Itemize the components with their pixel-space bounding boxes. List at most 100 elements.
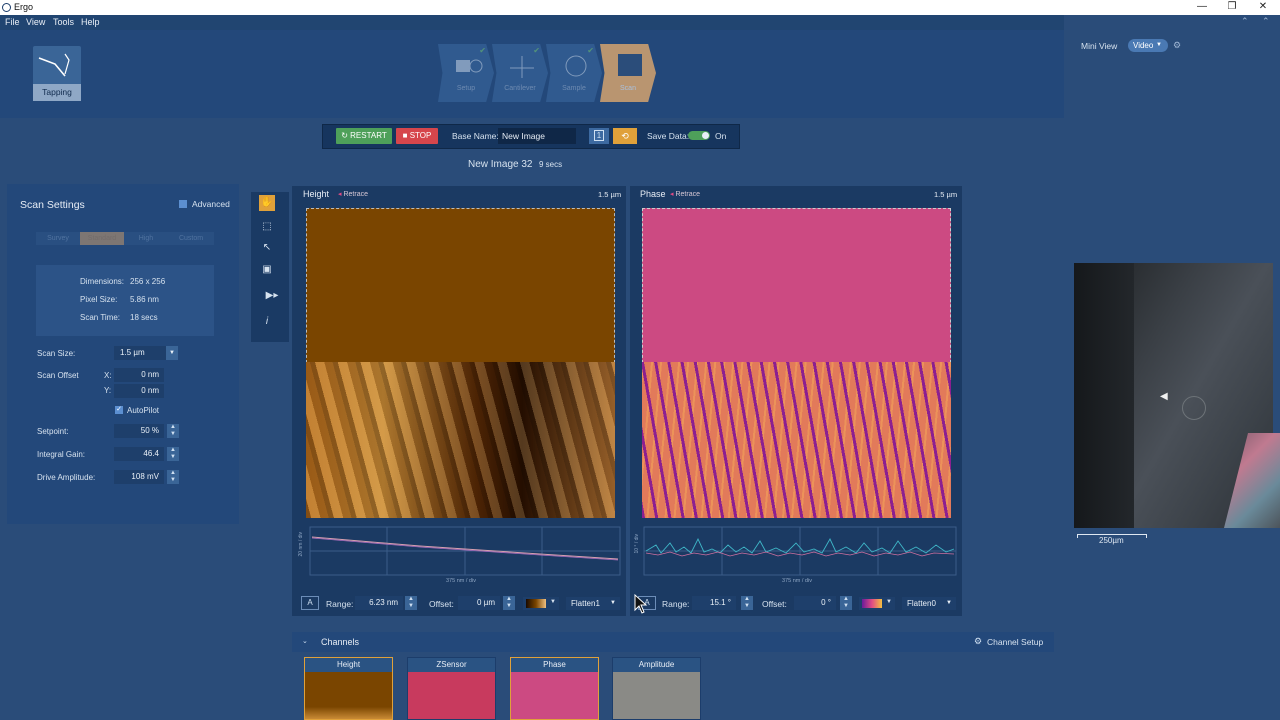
advanced-checkbox[interactable]: [179, 200, 187, 208]
menu-tools[interactable]: Tools: [53, 17, 74, 27]
dimensions-value: 256 x 256: [130, 277, 166, 286]
height-image[interactable]: [306, 362, 615, 518]
close-button[interactable]: ✕: [1253, 1, 1273, 12]
height-colormap-select[interactable]: ▼: [523, 597, 559, 610]
pin-icon[interactable]: ⌃: [1262, 16, 1270, 27]
height-flatten-select[interactable]: Flatten1 ▼: [566, 597, 620, 610]
height-offset-stepper[interactable]: ▲ ▼: [503, 596, 515, 610]
save-data-label: Save Data:: [647, 131, 690, 141]
scale-bar-label: 250µm: [1099, 536, 1124, 545]
channels-header[interactable]: [292, 632, 1054, 652]
counter-button[interactable]: 1: [589, 128, 609, 144]
chevron-down-icon: ▼: [1156, 42, 1162, 48]
menu-file[interactable]: File: [5, 17, 20, 27]
tapping-mode-icon: [38, 53, 70, 77]
height-title: Height: [303, 189, 330, 199]
phase-image[interactable]: [642, 362, 951, 518]
line-tool-icon[interactable]: ↖: [259, 240, 275, 256]
height-range-stepper[interactable]: ▲ ▼: [405, 596, 417, 610]
loop-button[interactable]: ⟲: [613, 128, 637, 144]
chevron-down-icon: ▼: [886, 599, 892, 605]
phase-offset-stepper[interactable]: ▲ ▼: [840, 596, 852, 610]
scan-size-label: Scan Size:: [37, 349, 76, 358]
offset-x-input[interactable]: 0 nm: [114, 368, 164, 382]
minimize-button[interactable]: —: [1192, 1, 1212, 12]
preset-high[interactable]: High: [124, 232, 168, 245]
phase-offset-input[interactable]: 0 °: [794, 596, 836, 610]
phase-range-input[interactable]: 15.1 °: [692, 596, 736, 610]
phase-colormap-select[interactable]: ▼: [859, 597, 895, 610]
step-scan[interactable]: Scan: [600, 44, 656, 102]
video-feed[interactable]: ◀: [1074, 263, 1280, 528]
channel-setup-button[interactable]: Channel Setup: [987, 637, 1043, 647]
height-profile: [309, 526, 621, 576]
height-size: 1.5 µm: [598, 190, 622, 199]
advanced-label: Advanced: [192, 199, 230, 209]
mode-label: Tapping: [33, 84, 81, 101]
height-x-axis-label: 375 nm / div: [446, 578, 476, 584]
scan-time-label: Scan Time:: [80, 313, 121, 322]
step-cantilever[interactable]: Cantilever ✔: [492, 44, 548, 102]
integral-gain-input[interactable]: 46.4: [114, 447, 164, 461]
gear-icon[interactable]: ⚙: [974, 636, 982, 647]
drive-amplitude-stepper[interactable]: ▲ ▼: [167, 470, 179, 484]
phase-flatten-select[interactable]: Flatten0 ▼: [902, 597, 956, 610]
height-range-input[interactable]: 6.23 nm: [355, 596, 403, 610]
phase-offset-label: Offset:: [762, 599, 787, 609]
setup-icon: [456, 59, 483, 73]
drive-amplitude-input[interactable]: 108 mV: [114, 470, 164, 484]
channels-title: Channels: [321, 637, 360, 647]
save-state: On: [715, 131, 727, 141]
preset-standard[interactable]: Standard: [80, 232, 124, 245]
scan-settings-title: Scan Settings: [20, 199, 85, 211]
step-sample[interactable]: Sample ✔: [546, 44, 602, 102]
collapse-chevron-icon[interactable]: ⌄: [302, 637, 308, 645]
step-setup[interactable]: Setup ✔: [438, 44, 494, 102]
phase-retrace[interactable]: ◂ Retrace: [670, 190, 700, 198]
channel-phase[interactable]: Phase: [510, 657, 599, 720]
video-source-select[interactable]: Video ▼: [1128, 39, 1168, 52]
restart-button[interactable]: ↻ RESTART: [336, 128, 392, 144]
mini-view-title: Mini View: [1081, 41, 1118, 51]
zoom-box-icon[interactable]: ⬚: [259, 219, 275, 235]
y-label: Y:: [104, 386, 112, 395]
channel-amplitude[interactable]: Amplitude: [612, 657, 701, 720]
height-autoscale-button[interactable]: A: [301, 596, 319, 610]
preset-custom[interactable]: Custom: [168, 232, 214, 245]
autopilot-checkbox[interactable]: ✓: [115, 406, 123, 414]
height-retrace[interactable]: ◂ Retrace: [338, 190, 368, 198]
preset-survey[interactable]: Survey: [36, 232, 80, 245]
menu-help[interactable]: Help: [81, 17, 100, 27]
restore-button[interactable]: ❐: [1222, 1, 1242, 12]
setpoint-input[interactable]: 50 %: [114, 424, 164, 438]
play-cursor-icon[interactable]: ▶▸: [259, 288, 285, 304]
base-name-label: Base Name:: [452, 131, 499, 141]
tip-marker-icon: ◀: [1160, 391, 1168, 402]
restart-icon: ↻: [341, 131, 351, 140]
setpoint-stepper[interactable]: ▲ ▼: [167, 424, 179, 438]
stop-button[interactable]: ■ STOP: [396, 128, 438, 144]
integral-gain-stepper[interactable]: ▲ ▼: [167, 447, 179, 461]
height-offset-input[interactable]: 0 µm: [458, 596, 500, 610]
scan-size-select[interactable]: 1.5 µm ▼: [114, 346, 178, 360]
chevron-down-icon: ▼: [946, 600, 952, 606]
app-title: Ergo: [14, 2, 34, 12]
elapsed-time: 9 secs: [539, 160, 563, 169]
menu-view[interactable]: View: [26, 17, 45, 27]
channel-height[interactable]: Height: [304, 657, 393, 720]
frame-select-icon[interactable]: ▣: [259, 262, 275, 278]
phase-range-stepper[interactable]: ▲ ▼: [741, 596, 753, 610]
save-data-toggle[interactable]: [688, 131, 710, 140]
phase-image-pending: [642, 208, 951, 363]
info-icon[interactable]: i: [259, 314, 275, 330]
collapse-up-icon[interactable]: ⌃: [1241, 16, 1249, 27]
pan-hand-icon[interactable]: ✋: [259, 195, 275, 211]
colormap-swatch: [526, 599, 546, 608]
settings-gear-icon[interactable]: ⚙: [1173, 40, 1181, 51]
chevron-down-icon: ▼: [166, 346, 178, 360]
phase-profile: [643, 526, 957, 576]
channel-zsensor[interactable]: ZSensor: [407, 657, 496, 720]
offset-y-input[interactable]: 0 nm: [114, 384, 164, 398]
colormap-swatch: [862, 599, 882, 608]
base-name-input[interactable]: New Image: [498, 128, 576, 144]
